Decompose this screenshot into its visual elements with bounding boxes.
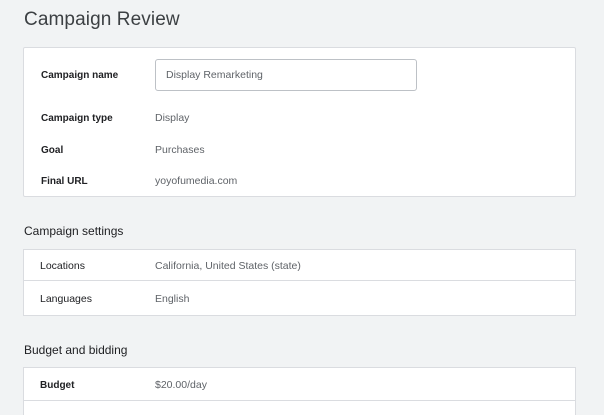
budget-bidding-heading: Budget and bidding (24, 343, 128, 357)
campaign-settings-heading: Campaign settings (24, 224, 124, 238)
budget-value: $20.00/day (155, 379, 207, 391)
final-url-label: Final URL (41, 175, 88, 187)
locations-value: California, United States (state) (155, 260, 301, 272)
locations-label: Locations (40, 260, 85, 272)
goal-value: Purchases (155, 144, 205, 156)
campaign-name-label: Campaign name (41, 69, 119, 81)
campaign-summary-card: Campaign name Campaign type Display Goal… (23, 47, 576, 197)
campaign-review-page: Campaign Review Campaign name Campaign t… (0, 0, 604, 415)
budget-row-content: Budget $20.00/day (24, 375, 575, 395)
page-title: Campaign Review (24, 9, 180, 30)
languages-row-content: Languages English (24, 289, 575, 309)
campaign-name-input[interactable] (155, 59, 417, 91)
next-row-partial[interactable] (23, 400, 576, 415)
goal-label: Goal (41, 144, 64, 156)
languages-row[interactable]: Languages English (23, 280, 576, 316)
campaign-type-row: Campaign type Display (24, 108, 575, 128)
goal-row: Goal Purchases (24, 140, 575, 160)
budget-row[interactable]: Budget $20.00/day (23, 367, 576, 401)
languages-value: English (155, 293, 190, 305)
languages-label: Languages (40, 293, 92, 305)
budget-label: Budget (40, 379, 75, 391)
final-url-value: yoyofumedia.com (155, 175, 238, 187)
locations-row[interactable]: Locations California, United States (sta… (23, 249, 576, 281)
final-url-row: Final URL yoyofumedia.com (24, 171, 575, 191)
campaign-type-value: Display (155, 112, 190, 124)
locations-row-content: Locations California, United States (sta… (24, 256, 575, 276)
campaign-type-label: Campaign type (41, 112, 113, 124)
